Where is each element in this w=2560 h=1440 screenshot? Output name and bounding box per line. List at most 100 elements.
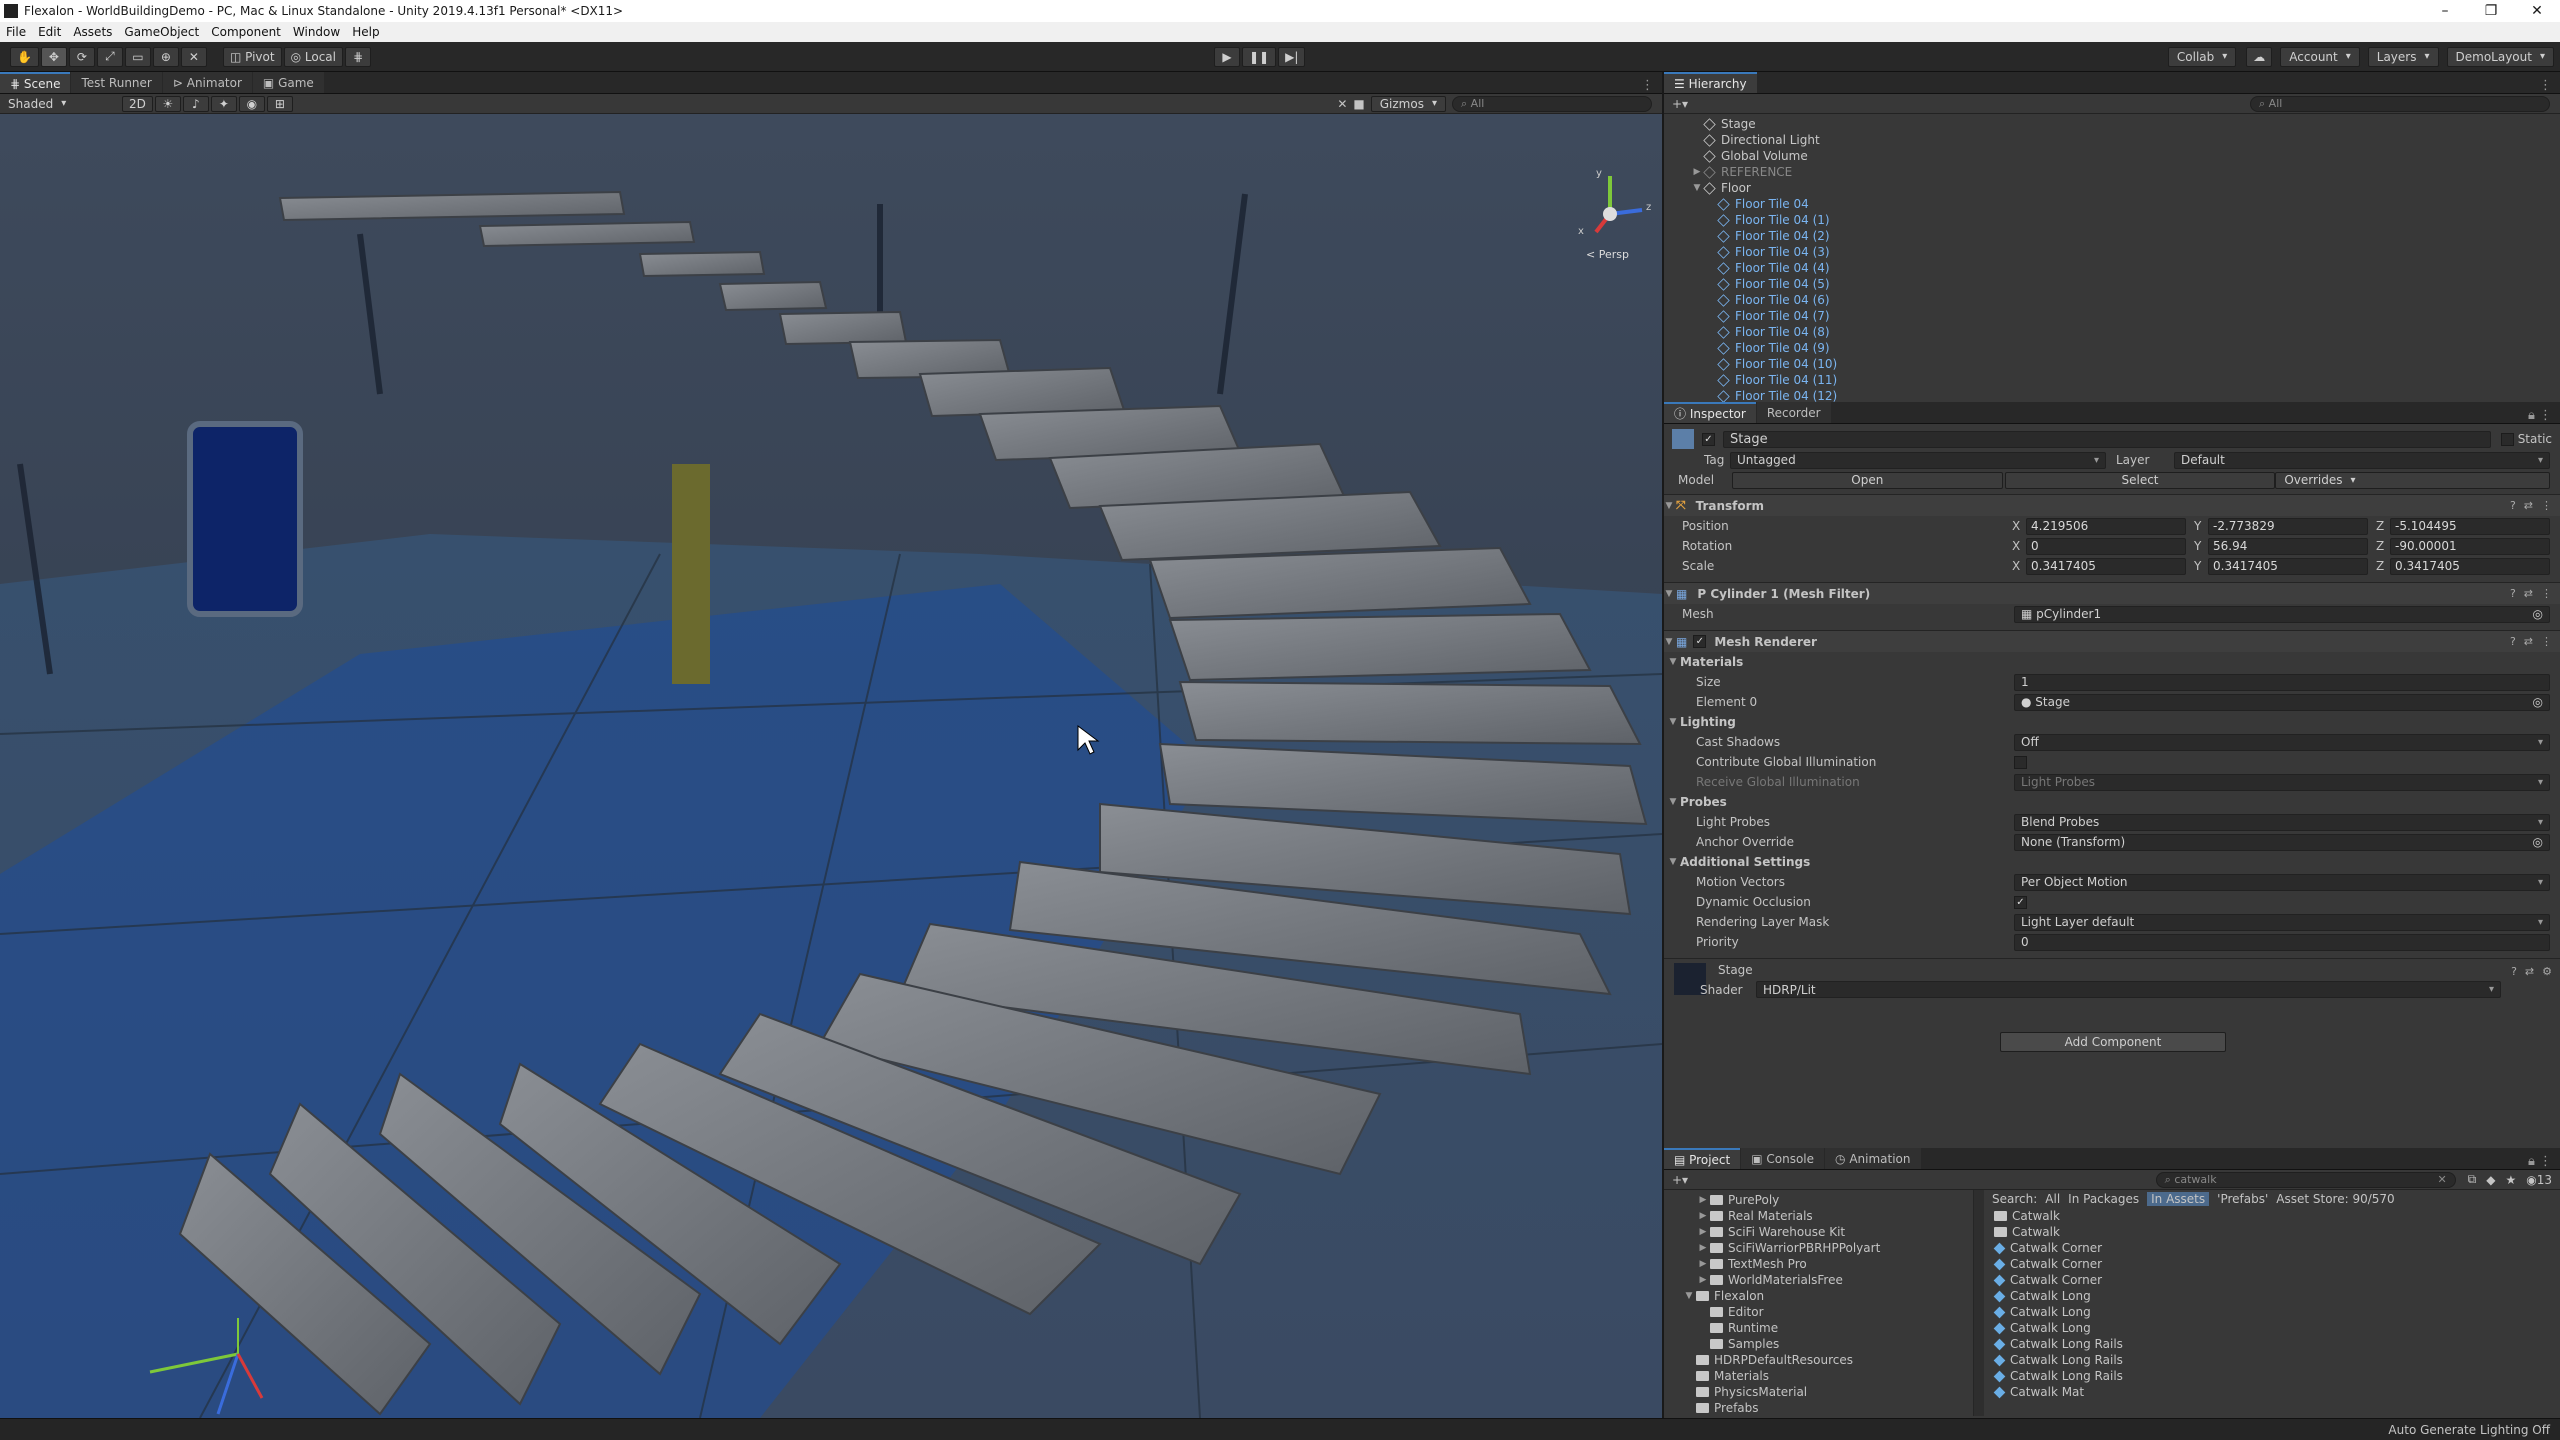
component-menu-icon[interactable]: ⋮ xyxy=(2541,635,2552,648)
step-button[interactable]: ▶| xyxy=(1278,46,1306,67)
close-button[interactable]: ✕ xyxy=(2514,3,2560,19)
folder-tree-item[interactable]: Editor xyxy=(1664,1304,1973,1320)
folder-tree-item[interactable]: ▶ PurePoly xyxy=(1664,1192,1973,1208)
rotation-z-field[interactable]: -90.00001 xyxy=(2390,537,2550,555)
object-picker-icon[interactable]: ◎ xyxy=(2533,607,2543,621)
folder-tree-item[interactable]: ▶ WorldMaterialsFree xyxy=(1664,1272,1973,1288)
scene-viewport[interactable]: y z x < Persp xyxy=(0,114,1662,1418)
asset-list-item[interactable]: Catwalk Long Rails xyxy=(1993,1368,2560,1384)
position-z-field[interactable]: -5.104495 xyxy=(2390,517,2550,535)
static-checkbox[interactable] xyxy=(2500,432,2514,446)
contribute-gi-checkbox[interactable] xyxy=(2014,755,2027,769)
folder-tree-item[interactable]: PhysicsMaterial xyxy=(1664,1384,1973,1400)
asset-list-item[interactable]: Catwalk xyxy=(1994,1224,2560,1240)
component-menu-icon[interactable]: ⋮ xyxy=(2541,499,2552,512)
presets-icon[interactable]: ⇄ xyxy=(2525,965,2534,978)
filter-in-assets[interactable]: In Assets xyxy=(2147,1192,2210,1206)
asset-list-item[interactable]: Catwalk Corner xyxy=(1993,1272,2560,1288)
mesh-field[interactable]: ▦ pCylinder1 ◎ xyxy=(2014,605,2550,623)
project-search-input[interactable]: ⌕ catwalk ✕ xyxy=(2155,1171,2456,1188)
asset-list-item[interactable]: Catwalk xyxy=(1994,1208,2560,1224)
cast-shadows-dropdown[interactable]: Off xyxy=(2014,733,2550,751)
create-plus-icon[interactable]: +▾ xyxy=(1664,1173,1696,1187)
hierarchy-item[interactable]: Floor Tile 04 (1) xyxy=(1664,212,2560,228)
transform-tool-icon[interactable]: ⊕ xyxy=(152,46,179,67)
hierarchy-item[interactable]: Global Volume xyxy=(1664,148,2560,164)
menu-component[interactable]: Component xyxy=(205,25,287,39)
filter-asset-store[interactable]: Asset Store: 90/570 xyxy=(2276,1192,2394,1206)
presets-icon[interactable]: ⇄ xyxy=(2524,587,2533,600)
gizmos-dropdown[interactable]: Gizmos xyxy=(1370,95,1446,112)
menu-window[interactable]: Window xyxy=(287,25,346,39)
element0-field[interactable]: ● Stage ◎ xyxy=(2014,693,2550,711)
folder-tree-item[interactable]: ▶ SciFi Warehouse Kit xyxy=(1664,1224,1973,1240)
asset-list-item[interactable]: Catwalk Long xyxy=(1993,1288,2560,1304)
size-field[interactable]: 1 xyxy=(2014,673,2550,691)
expand-icon[interactable]: ▶ xyxy=(1698,1195,1708,1205)
folder-tree-item[interactable]: ▼ Flexalon xyxy=(1664,1288,1973,1304)
hierarchy-item[interactable]: Directional Light xyxy=(1664,132,2560,148)
hierarchy-item[interactable]: Floor Tile 04 (8) xyxy=(1664,324,2560,340)
scale-tool-icon[interactable]: ⤢ xyxy=(96,46,123,67)
rendering-layer-mask-dropdown[interactable]: Light Layer default xyxy=(2014,913,2550,931)
active-checkbox[interactable]: ✓ xyxy=(1702,432,1715,446)
transform-header[interactable]: ▼ ⤧ Transform ? ⇄ ⋮ xyxy=(1664,494,2560,516)
expand-icon[interactable]: ▶ xyxy=(1698,1275,1708,1285)
asset-list-item[interactable]: Catwalk Mat xyxy=(1993,1384,2560,1400)
hierarchy-item[interactable]: Floor Tile 04 xyxy=(1664,196,2560,212)
menu-help[interactable]: Help xyxy=(346,25,385,39)
hierarchy-item[interactable]: Floor Tile 04 (10) xyxy=(1664,356,2560,372)
help-icon[interactable]: ? xyxy=(2511,965,2517,978)
audio-toggle-icon[interactable]: ♪ xyxy=(182,95,209,112)
hierarchy-item[interactable]: ▼ Floor xyxy=(1664,180,2560,196)
motion-vectors-dropdown[interactable]: Per Object Motion xyxy=(2014,873,2550,891)
hierarchy-search-input[interactable]: ⌕ All xyxy=(2250,95,2550,112)
overrides-dropdown[interactable]: Overrides xyxy=(2275,471,2551,489)
open-button[interactable]: Open xyxy=(1732,471,2003,489)
account-dropdown[interactable]: Account xyxy=(2280,46,2360,67)
maximize-button[interactable]: ❐ xyxy=(2468,3,2514,19)
asset-list-item[interactable]: Catwalk Long xyxy=(1993,1320,2560,1336)
expand-icon[interactable]: ▶ xyxy=(1692,167,1702,177)
hand-tool-icon[interactable]: ✋ xyxy=(10,46,39,67)
asset-list-item[interactable]: Catwalk Corner xyxy=(1993,1256,2560,1272)
hierarchy-item[interactable]: Floor Tile 04 (3) xyxy=(1664,244,2560,260)
expand-icon[interactable]: ▶ xyxy=(1698,1243,1708,1253)
tab-hierarchy[interactable]: ☰ Hierarchy xyxy=(1664,72,1757,93)
pause-button[interactable]: ❚❚ xyxy=(1242,46,1277,67)
folder-tree-item[interactable]: ▶ Real Materials xyxy=(1664,1208,1973,1224)
rotation-y-field[interactable]: 56.94 xyxy=(2208,537,2368,555)
folder-tree-item[interactable]: Samples xyxy=(1664,1336,1973,1352)
menu-edit[interactable]: Edit xyxy=(32,25,67,39)
scene-menu-icon[interactable]: ⋮ xyxy=(1641,78,1662,93)
favorite-star-icon[interactable]: ★ xyxy=(2505,1173,2516,1187)
tab-recorder[interactable]: Recorder xyxy=(1756,402,1831,423)
hidden-objects-icon[interactable]: ◉ xyxy=(238,95,265,112)
filter-prefabs[interactable]: 'Prefabs' xyxy=(2217,1192,2268,1206)
hierarchy-item[interactable]: Floor Tile 04 (4) xyxy=(1664,260,2560,276)
minimize-button[interactable]: – xyxy=(2422,3,2468,19)
component-menu-icon[interactable]: ⋮ xyxy=(2541,587,2552,600)
tab-scene[interactable]: ⋕ Scene xyxy=(0,72,71,93)
settings-gear-icon[interactable]: ⚙ xyxy=(2542,965,2552,978)
shading-dropdown[interactable]: Shaded xyxy=(0,95,120,113)
filter-in-packages[interactable]: In Packages xyxy=(2068,1192,2139,1206)
effects-toggle-icon[interactable]: ✦ xyxy=(210,95,237,112)
grid-snap-icon[interactable]: ⋕ xyxy=(344,46,371,67)
move-tool-icon[interactable]: ✥ xyxy=(40,46,67,67)
hierarchy-item[interactable]: ▶ REFERENCE xyxy=(1664,164,2560,180)
tab-inspector[interactable]: ⓘ Inspector xyxy=(1664,402,1756,423)
collab-dropdown[interactable]: Collab xyxy=(2167,46,2237,67)
probes-foldout[interactable]: ▼ Probes xyxy=(1664,792,2560,812)
projection-toggle[interactable]: < Persp xyxy=(1586,248,1629,261)
mesh-renderer-header[interactable]: ▼ ▦ ✓ Mesh Renderer ? ⇄ ⋮ xyxy=(1664,630,2560,652)
light-probes-dropdown[interactable]: Blend Probes xyxy=(2014,813,2550,831)
scene-search-input[interactable]: ⌕ All xyxy=(1452,95,1652,112)
hierarchy-item[interactable]: Stage xyxy=(1664,116,2560,132)
layers-dropdown[interactable]: Layers xyxy=(2367,46,2439,67)
help-icon[interactable]: ? xyxy=(2510,635,2516,648)
hierarchy-item[interactable]: Floor Tile 04 (7) xyxy=(1664,308,2560,324)
object-picker-icon[interactable]: ◎ xyxy=(2533,835,2543,849)
expand-icon[interactable]: ▶ xyxy=(1698,1211,1708,1221)
additional-settings-foldout[interactable]: ▼ Additional Settings xyxy=(1664,852,2560,872)
